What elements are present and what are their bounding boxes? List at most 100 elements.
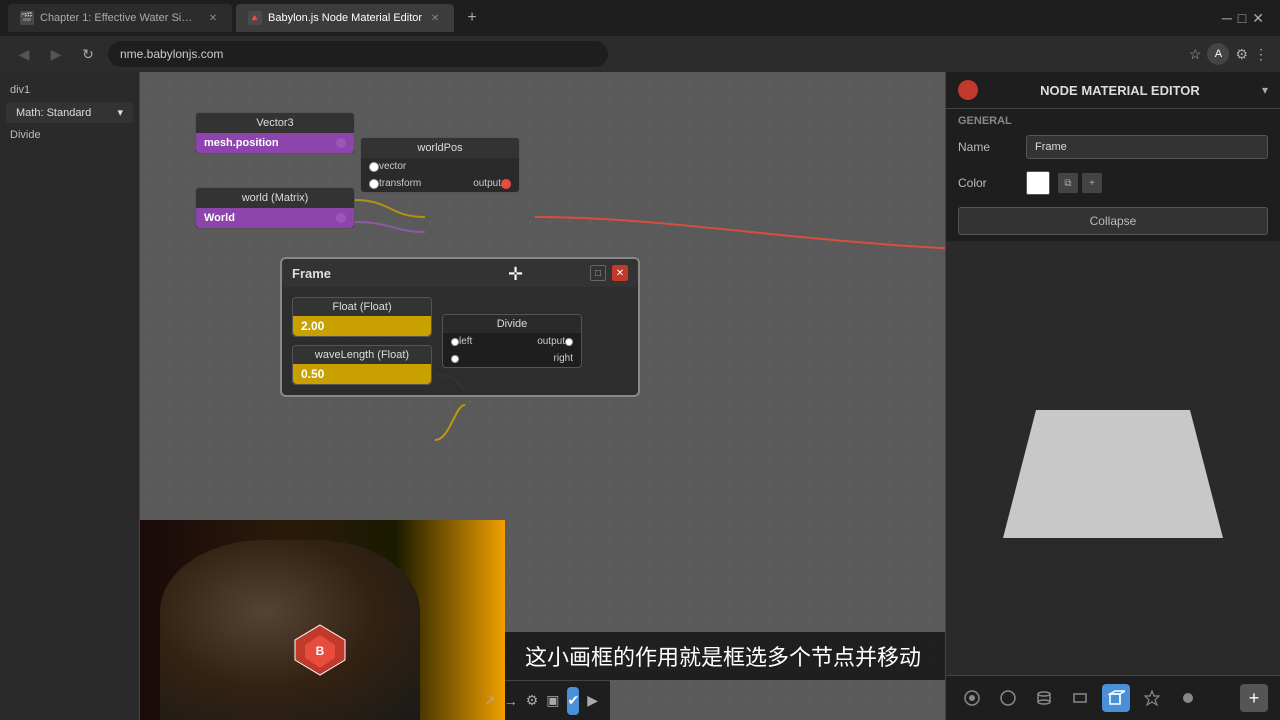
worldpos-transform-label: transform [379, 178, 421, 189]
name-input[interactable] [1026, 135, 1268, 159]
panel-title: NODE MATERIAL EDITOR [986, 83, 1254, 98]
frame-body: Float (Float) 2.00 waveLength (Float) [282, 287, 638, 395]
bookmark-icon[interactable]: ☆ [1189, 46, 1202, 63]
toolbar-box-icon[interactable] [1102, 684, 1130, 712]
sidebar-divide-item[interactable]: Divide [0, 125, 139, 145]
divide-output-port [565, 338, 573, 346]
mesh-position-port [336, 138, 346, 148]
color-icons: ⧉ + [1058, 173, 1102, 193]
svg-text:B: B [316, 644, 325, 658]
world-port [336, 213, 346, 223]
toolbar-plane-icon[interactable] [1066, 684, 1094, 712]
tab1-close[interactable]: ✕ [206, 11, 220, 25]
world-label: World [204, 212, 235, 224]
panel-expand-icon[interactable]: ▾ [1262, 83, 1268, 97]
bottom-play-icon[interactable]: ▶ [587, 687, 598, 715]
divide-right-label: right [554, 353, 573, 364]
frame-header: Frame □ ✕ [282, 259, 638, 287]
world-row: World [196, 208, 354, 228]
worldpos-transform-port-in [369, 179, 379, 189]
vector3-header: Vector3 [196, 113, 354, 133]
back-button[interactable]: ◀ [12, 42, 36, 66]
sidebar-div-label: div1 [0, 80, 139, 100]
tab1-label: Chapter 1: Effective Water Simul... [40, 12, 200, 24]
float-200-node[interactable]: Float (Float) 2.00 [292, 297, 432, 337]
panel-icon [958, 80, 978, 100]
preview-shape [1003, 378, 1223, 538]
sidebar-divide-label: Divide [10, 129, 41, 141]
bottom-compass-icon[interactable]: → [504, 687, 518, 715]
tab2-favicon: 🔺 [248, 11, 262, 25]
toolbar-dot-icon[interactable] [1174, 684, 1202, 712]
video-overlay: B [140, 520, 505, 720]
frame-minimize-button[interactable]: □ [590, 265, 606, 281]
menu-icon[interactable]: ⋮ [1254, 46, 1268, 63]
general-section-label: GENERAL [946, 109, 1280, 129]
divide-left-label: left [459, 336, 472, 347]
close-window-button[interactable]: ✕ [1252, 10, 1264, 27]
tab1-favicon: 🎬 [20, 11, 34, 25]
refresh-button[interactable]: ↻ [76, 42, 100, 66]
maximize-button[interactable]: □ [1238, 10, 1246, 26]
subtitle-bar: 这小画框的作用就是框选多个节点并移动 [505, 632, 945, 680]
tab-1[interactable]: 🎬 Chapter 1: Effective Water Simul... ✕ [8, 4, 232, 32]
extensions-icon[interactable]: ⚙ [1235, 46, 1248, 63]
url-text: nme.babylonjs.com [120, 47, 223, 61]
toolbar-sphere-icon[interactable] [994, 684, 1022, 712]
color-copy-icon[interactable]: ⧉ [1058, 173, 1078, 193]
frame-left-nodes: Float (Float) 2.00 waveLength (Float) [292, 297, 432, 385]
sidebar-math-dropdown[interactable]: Math: Standard ▾ [6, 102, 133, 123]
vector3-node[interactable]: Vector3 mesh.position [195, 112, 355, 154]
world-matrix-node[interactable]: world (Matrix) World [195, 187, 355, 229]
divide-right-row: right [443, 350, 581, 367]
frame-close-button[interactable]: ✕ [612, 265, 628, 281]
subtitle-text: 这小画框的作用就是框选多个节点并移动 [525, 645, 921, 670]
wavelength-port [413, 369, 423, 379]
toolbar-camera-icon[interactable] [958, 684, 986, 712]
preview-area [946, 241, 1280, 675]
toolbar-star-icon[interactable] [1138, 684, 1166, 712]
wavelength-value-row: 0.50 [293, 364, 431, 384]
minimize-button[interactable]: ─ [1222, 10, 1232, 26]
url-bar[interactable]: nme.babylonjs.com [108, 41, 608, 67]
forward-button[interactable]: ▶ [44, 42, 68, 66]
bottom-settings-icon[interactable]: ⚙ [526, 687, 539, 715]
video-person: B [140, 520, 505, 720]
bottom-grid-icon[interactable]: ▣ [546, 687, 559, 715]
float-200-header: Float (Float) [293, 298, 431, 316]
main-layout: div1 Math: Standard ▾ Divide Vector3 [0, 72, 1280, 720]
divide-node[interactable]: Divide left output right [442, 314, 582, 368]
tab-bar: 🎬 Chapter 1: Effective Water Simul... ✕ … [0, 0, 1280, 36]
bottom-arrow-icon[interactable]: ↗ [484, 687, 496, 715]
right-bottom-toolbar: + [946, 675, 1280, 720]
color-swatch[interactable] [1026, 171, 1050, 195]
toolbar-add-button[interactable]: + [1240, 684, 1268, 712]
bottom-check-icon[interactable]: ✔ [567, 687, 579, 715]
wavelength-node[interactable]: waveLength (Float) 0.50 [292, 345, 432, 385]
tab-2[interactable]: 🔺 Babylon.js Node Material Editor ✕ [236, 4, 454, 32]
canvas-area[interactable]: Vector3 mesh.position worldPos vector tr… [140, 72, 945, 720]
tab2-close[interactable]: ✕ [428, 11, 442, 25]
color-add-icon[interactable]: + [1082, 173, 1102, 193]
divide-left-port-in [451, 338, 459, 346]
sidebar-chevron-icon: ▾ [117, 106, 123, 119]
new-tab-button[interactable]: + [458, 4, 486, 32]
right-panel-header: NODE MATERIAL EDITOR ▾ [946, 72, 1280, 109]
name-label: Name [958, 140, 1018, 154]
frame-controls: □ ✕ [590, 265, 628, 281]
name-row: Name [946, 129, 1280, 165]
worldpos-vector-label: vector [379, 161, 406, 172]
collapse-button[interactable]: Collapse [958, 207, 1268, 235]
profile-icon[interactable]: A [1207, 43, 1229, 65]
worldpos-node[interactable]: worldPos vector transform output [360, 137, 520, 193]
sidebar-math-label: Math: Standard [16, 107, 91, 119]
worldpos-transform-row: transform output [361, 175, 519, 192]
tab2-label: Babylon.js Node Material Editor [268, 12, 422, 24]
worldpos-output-port [501, 179, 511, 189]
world-matrix-header: world (Matrix) [196, 188, 354, 208]
divide-left-row: left output [443, 333, 581, 350]
worldpos-vector-row: vector [361, 158, 519, 175]
app-bottom-bar: ↗ → ⚙ ▣ ✔ ▶ [505, 680, 610, 720]
toolbar-cylinder-icon[interactable] [1030, 684, 1058, 712]
frame-container[interactable]: Frame □ ✕ Float (Float) 2.00 [280, 257, 640, 397]
